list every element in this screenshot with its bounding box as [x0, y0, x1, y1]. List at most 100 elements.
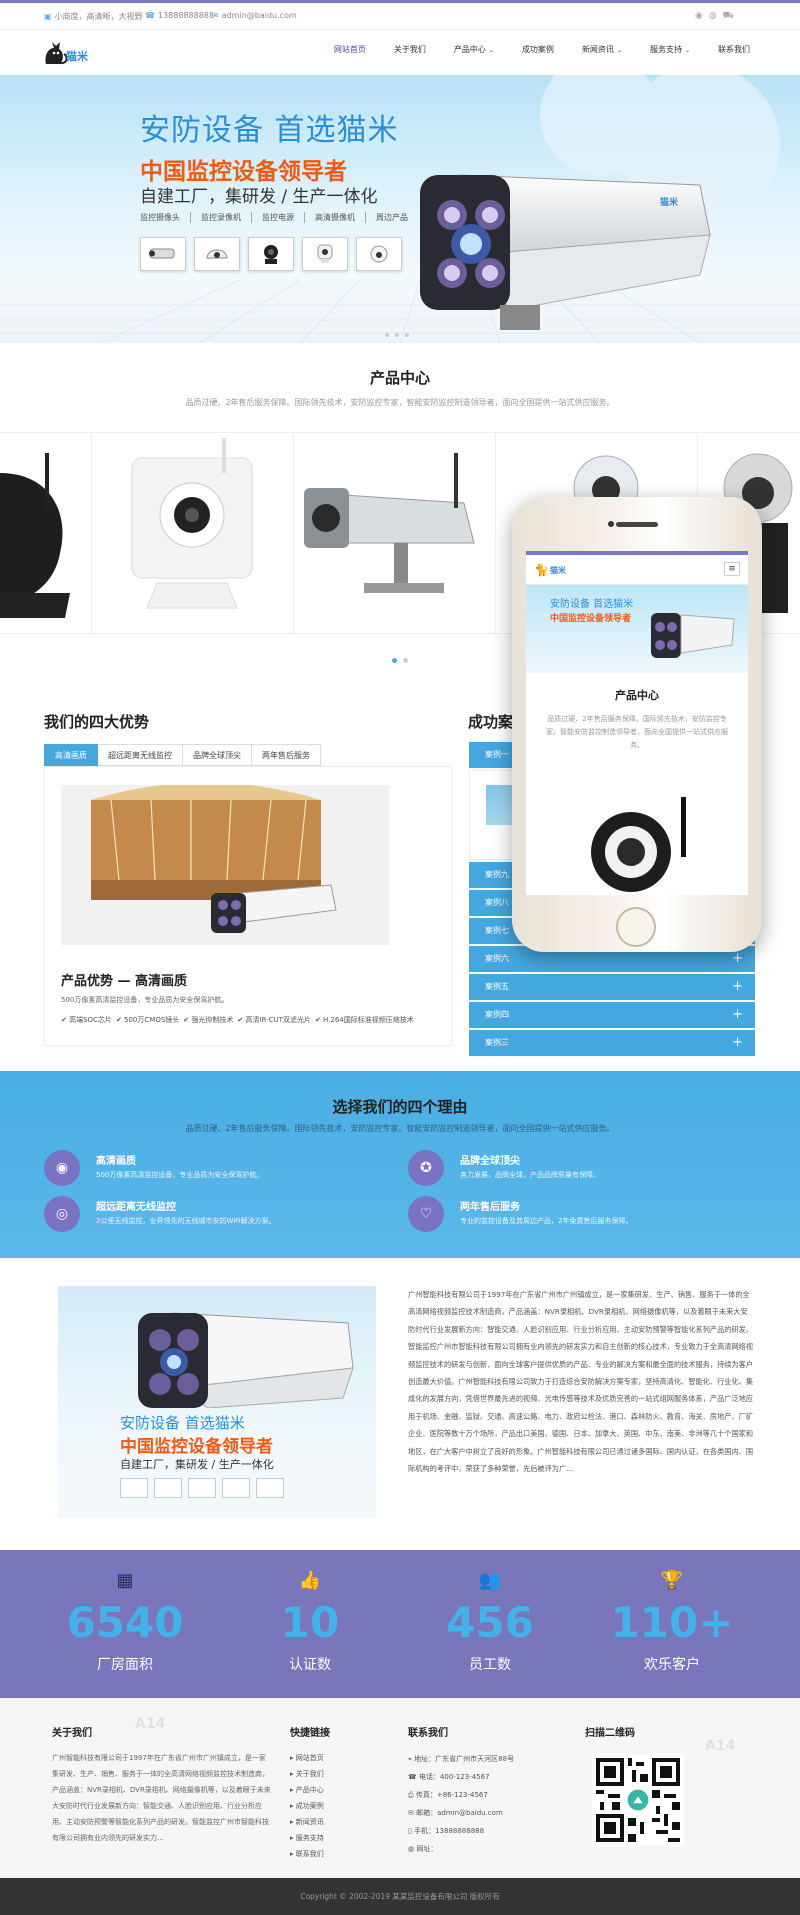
footer-link[interactable]: ▸ 服务支持 [290, 1830, 324, 1846]
thumbs-up-icon: 👍 [298, 1570, 322, 1591]
plus-icon[interactable]: + [732, 1030, 743, 1056]
about-tagline: 自建工厂，集研发 / 生产一体化 [120, 1458, 274, 1471]
contact-row: ✉ 邮箱：admin@baidu.com [408, 1804, 514, 1822]
nav-home[interactable]: 网站首页 [334, 44, 366, 55]
logo-text: 猫米 [66, 50, 88, 63]
banner-category[interactable]: 监控录像机 [190, 212, 251, 223]
footer-link[interactable]: ▸ 成功案例 [290, 1798, 324, 1814]
email-text[interactable]: admin@baidu.com [222, 11, 297, 20]
footer-link[interactable]: ▸ 联系我们 [290, 1846, 324, 1862]
banner-dot[interactable] [385, 333, 389, 337]
contact-row: ☎ 电话：400-123-4567 [408, 1768, 514, 1786]
case-item[interactable]: 案例五 + [469, 974, 755, 1000]
dome-camera-thumb[interactable] [194, 237, 240, 271]
reason-desc: 2公里无线监控，业界领先的无线城市安防WiFi解决方案。 [96, 1217, 276, 1225]
nav-contact[interactable]: 联系我们 [718, 44, 750, 55]
footer-link[interactable]: ▸ 网站首页 [290, 1750, 324, 1766]
footer-link-label[interactable]: 产品中心 [296, 1786, 324, 1794]
email-item[interactable]: ✉ admin@baidu.com [212, 11, 297, 20]
slogan-item: ▣ 小商度，高清晰，大视野 [44, 11, 143, 22]
contact-text: 传真：+86-123-4567 [415, 1791, 488, 1799]
reason-item: ♡ 两年售后服务 专业的监控设备及其周边产品，2年免费售后服务保障。 [408, 1196, 748, 1236]
banner-category[interactable]: 监控电源 [251, 212, 304, 223]
site-footer: A14 A14 关于我们 广州智能科技有限公司于1997年在广东省广州市广州镇成… [0, 1698, 800, 1878]
wechat-icon[interactable]: ◍ [709, 11, 723, 21]
camera-brand-label: 猫米 [660, 198, 679, 208]
tab-hd[interactable]: 高清画质 [44, 744, 98, 766]
footer-link-label[interactable]: 联系我们 [296, 1850, 324, 1858]
banner-headline: 安防设备 首选猫米 [140, 113, 399, 148]
hero-banner[interactable]: 安防设备 首选猫米 中国监控设备领导者 自建工厂，集研发 / 生产一体化 监控摄… [0, 75, 800, 343]
group-icon: 👥 [478, 1570, 502, 1591]
feature-item: ✔ 高清IR-CUT双滤光片 [237, 1016, 311, 1024]
product-dot[interactable] [392, 658, 397, 663]
case-label: 案例九 [485, 870, 509, 879]
case-label: 案例四 [485, 1010, 509, 1019]
reason-title: 高清画质 [96, 1156, 136, 1167]
reason-title: 两年售后服务 [460, 1202, 520, 1213]
phone-icon: ☎ [145, 11, 155, 20]
nav-products-label: 产品中心 [453, 45, 486, 54]
eye-icon: ◉ [44, 1150, 80, 1186]
tab-wireless[interactable]: 超远距离无线监控 [98, 744, 183, 766]
plus-icon[interactable]: + [732, 1002, 743, 1028]
trophy-icon: 🏆 [660, 1570, 684, 1591]
footer-link-label[interactable]: 新闻资讯 [296, 1818, 324, 1826]
phone-icon: ☎ [408, 1773, 419, 1781]
tab-service[interactable]: 两年售后服务 [252, 744, 321, 766]
menu-icon[interactable]: ≡ [724, 562, 740, 576]
phone-product-image [591, 797, 686, 892]
bullet-camera-thumb[interactable] [140, 237, 186, 271]
weibo-icon[interactable]: ◉ [695, 11, 709, 21]
black-camera-thumb[interactable] [248, 237, 294, 271]
footer-link[interactable]: ▸ 产品中心 [290, 1782, 324, 1798]
product-dot[interactable] [403, 658, 408, 663]
about-thumb [120, 1478, 148, 1498]
footer-link[interactable]: ▸ 新闻资讯 [290, 1814, 324, 1830]
ptz-camera-thumb[interactable] [356, 237, 402, 271]
nav-service[interactable]: 服务支持 ⌄ [650, 44, 690, 55]
case-item[interactable]: 案例三 + [469, 1030, 755, 1056]
banner-dot[interactable] [395, 333, 399, 337]
nav-news[interactable]: 新闻资讯 ⌄ [582, 44, 622, 55]
nav-cases[interactable]: 成功案例 [522, 44, 554, 55]
product-card[interactable] [294, 433, 496, 635]
footer-link[interactable]: ▸ 关于我们 [290, 1766, 324, 1782]
contact-text[interactable]: 邮箱：admin@baidu.com [416, 1809, 503, 1817]
case-item[interactable]: 案例四 + [469, 1002, 755, 1028]
about-image: 安防设备 首选猫米 中国监控设备领导者 自建工厂，集研发 / 生产一体化 [58, 1286, 376, 1518]
cart-icon[interactable]: ⛟ [723, 11, 740, 21]
footer-link-label[interactable]: 成功案例 [296, 1802, 324, 1810]
product-card[interactable] [92, 433, 294, 635]
mail-icon: ✉ [212, 11, 219, 20]
banner-category[interactable]: 监控摄像头 [140, 212, 190, 223]
about-thumb [222, 1478, 250, 1498]
feature-item: ✔ H.264国际标准视频压缩技术 [314, 1016, 414, 1024]
slogan-text: 小商度，高清晰，大视野 [54, 12, 143, 21]
case-label: 案例五 [485, 982, 509, 991]
social-icons: ◉◍⛟ [695, 11, 740, 22]
reasons-section: 选择我们的四个理由 品质过硬、2年售后服务保障。国际领先技术，安防监控专家。智能… [0, 1071, 800, 1258]
stat-value: 110+ [610, 1598, 734, 1647]
cases-title: 成功案 [468, 713, 514, 731]
building-icon: ▦ [116, 1570, 134, 1591]
banner-category[interactable]: 高清摄像机 [304, 212, 365, 223]
nav-products[interactable]: 产品中心 ⌄ [454, 44, 494, 55]
stat-label: 欢乐客户 [644, 1657, 700, 1673]
product-card[interactable] [0, 433, 92, 635]
top-bar: ▣ 小商度，高清晰，大视野 ☎ 13888888888 ✉ admin@baidu.c… [0, 0, 800, 30]
nav-about[interactable]: 关于我们 [394, 44, 426, 55]
footer-link-label[interactable]: 服务支持 [296, 1834, 324, 1842]
stat-value: 6540 [66, 1598, 184, 1647]
plus-icon[interactable]: + [732, 974, 743, 1000]
chevron-down-icon: ⌄ [488, 47, 494, 54]
tab-brand[interactable]: 品牌全球顶尖 [183, 744, 252, 766]
reason-desc: 专业的监控设备及其周边产品，2年免费售后服务保障。 [460, 1217, 633, 1225]
reason-title: 超远距离无线监控 [96, 1202, 176, 1213]
banner-dot[interactable] [405, 333, 409, 337]
footer-link-label[interactable]: 关于我们 [296, 1770, 324, 1778]
baby-camera-thumb[interactable] [302, 237, 348, 271]
footer-link-label[interactable]: 网站首页 [296, 1754, 324, 1762]
site-logo[interactable]: 猫米 [42, 36, 92, 68]
products-title: 产品中心 [369, 369, 430, 387]
